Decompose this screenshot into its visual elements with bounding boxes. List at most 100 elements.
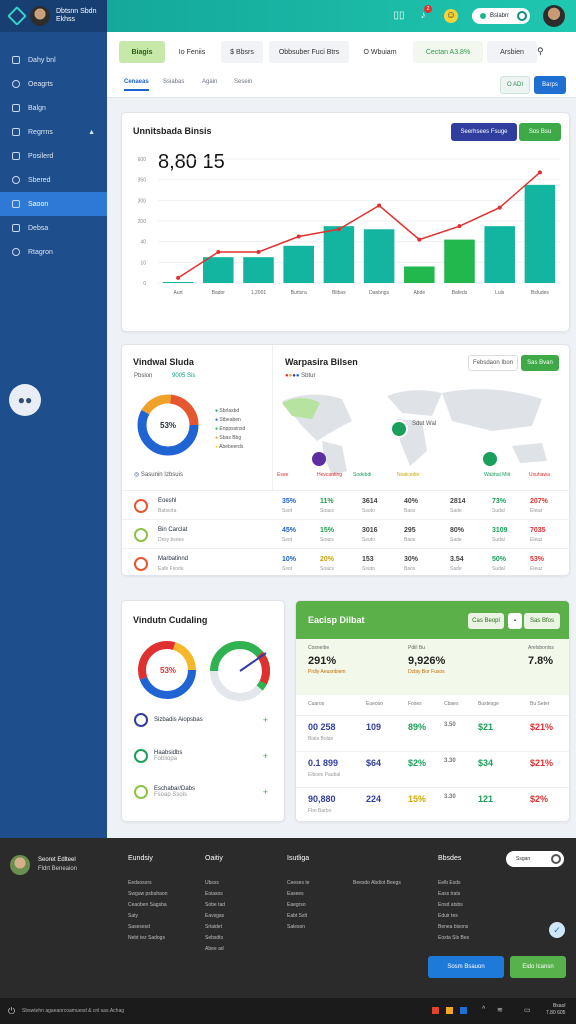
sidebar-item-orgs[interactable]: Oeagrts: [0, 72, 107, 96]
sidebar-item-season[interactable]: Saoon: [0, 192, 107, 216]
footer-link[interactable]: Eaegrso: [287, 902, 306, 908]
sidebar-item-debs[interactable]: Debsa: [0, 216, 107, 240]
subtab-again[interactable]: Again: [202, 79, 217, 85]
subtab-cenaeas[interactable]: Cenaeas: [124, 79, 149, 91]
footer-link[interactable]: Ceaoben Sagsba: [128, 902, 167, 908]
chart-point[interactable]: [497, 205, 502, 210]
ops-item-2[interactable]: Haabsidbs Fobliopa: [134, 749, 182, 763]
chart-point[interactable]: [336, 227, 341, 232]
sidebar-item-posts[interactable]: Posilerd: [0, 144, 107, 168]
footer-link[interactable]: Easees: [287, 891, 304, 897]
chart-point[interactable]: [417, 237, 422, 242]
column-header[interactable]: Bu Seter: [530, 701, 549, 707]
tab-obbsuber[interactable]: Obbsuber Fuci Btrs: [269, 41, 349, 63]
sidebar-item-billing[interactable]: Balgn: [0, 96, 107, 120]
chart-bar[interactable]: [283, 245, 314, 283]
mode-toggle[interactable]: Bslabrr: [472, 8, 530, 24]
chart-point[interactable]: [256, 250, 261, 254]
footer-link[interactable]: Sebsdts: [205, 935, 223, 941]
chart-bar[interactable]: [404, 266, 435, 283]
stats-table-row[interactable]: 0.1 899 $64 $2% 3.30 $34 $21% Eiboes Paubal: [296, 751, 569, 783]
stats-btn-1[interactable]: Cas Beopl: [468, 613, 504, 629]
search-icon[interactable]: ⚲: [537, 46, 544, 57]
footer-link[interactable]: Sasesesd: [128, 924, 150, 930]
help-icon[interactable]: ✓: [549, 922, 565, 938]
tab-biagis[interactable]: Biagis: [119, 41, 165, 63]
footer-link[interactable]: Saty: [128, 913, 138, 919]
wifi-icon[interactable]: ≋: [497, 1006, 503, 1014]
footer-blue-button[interactable]: Sosm Bsauon: [428, 956, 504, 978]
columns-icon[interactable]: ▯▯: [392, 9, 406, 23]
chart-bar[interactable]: [484, 226, 515, 283]
footer-link[interactable]: Ceeses te: [287, 880, 310, 886]
monitor-icon[interactable]: ▭: [524, 1006, 531, 1014]
chart-point[interactable]: [457, 224, 462, 229]
column-header[interactable]: Eueoso: [366, 701, 383, 707]
footer-link[interactable]: Ensd atsbs: [438, 902, 463, 908]
footer-link[interactable]: Eduir tes: [438, 913, 458, 919]
footer-link[interactable]: Benea bisons: [438, 924, 468, 930]
user-avatar[interactable]: [30, 6, 50, 26]
chart-point[interactable]: [176, 275, 181, 280]
sidebar-item-dashboard[interactable]: Dahy bnl: [0, 48, 107, 72]
plus-icon[interactable]: +: [263, 751, 268, 761]
chart-point[interactable]: [216, 250, 221, 254]
map-pin-green[interactable]: [390, 420, 408, 438]
map-outline-button[interactable]: Febsdaon Ibon: [468, 355, 518, 371]
column-header[interactable]: Foses: [408, 701, 422, 707]
sidebar-item-region[interactable]: Rtagron: [0, 240, 107, 264]
footer-link[interactable]: Abee ad: [205, 946, 224, 952]
app-icon-2[interactable]: [446, 1007, 453, 1014]
chart-bar[interactable]: [243, 257, 274, 283]
footer-link[interactable]: Eelb Esds: [438, 880, 461, 886]
table-row[interactable]: Bin Carclat Dssy bsoes 45% Ssot 15% Soacs 3016…: [122, 519, 571, 549]
map-pin-purple[interactable]: [312, 452, 326, 466]
footer-link[interactable]: Eabt Sslt: [287, 913, 307, 919]
footer-link[interactable]: Eavsgas: [205, 913, 224, 919]
sidebar-item-reports[interactable]: Regrrns ▲: [0, 120, 107, 144]
chart-bar[interactable]: [444, 239, 475, 283]
chart-point[interactable]: [537, 170, 542, 175]
footer-green-button[interactable]: Eido Icansn: [510, 956, 566, 978]
profile-avatar[interactable]: [543, 5, 565, 27]
chart-bar[interactable]: [524, 184, 556, 283]
chart-secondary-button[interactable]: Sos Bsu: [519, 123, 561, 141]
tab-bbsrs[interactable]: $ Bbsrs: [221, 41, 263, 63]
power-icon[interactable]: ⏻: [8, 1006, 15, 1017]
chart-bar[interactable]: [203, 257, 234, 283]
chart-point[interactable]: [377, 203, 382, 208]
add-outline-button[interactable]: O ADI: [500, 76, 530, 94]
subtab-sesein[interactable]: Sesein: [234, 79, 252, 85]
footer-toggle[interactable]: Ssgan: [506, 851, 564, 867]
smile-icon[interactable]: ☺: [444, 9, 458, 23]
footer-link[interactable]: Swguw psbuhaon: [128, 891, 167, 897]
footer-link[interactable]: Eedsosors: [128, 880, 152, 886]
footer-link[interactable]: Nebt tez Sadogs: [128, 935, 165, 941]
primary-action-button[interactable]: Barps: [534, 76, 566, 94]
tab-arsbien[interactable]: Arsbien: [487, 41, 537, 63]
pin-icon[interactable]: ▪: [508, 613, 522, 629]
chart-point[interactable]: [296, 234, 301, 239]
ops-item-3[interactable]: Eschabar/Dabs Fsoap Ssols: [134, 785, 195, 799]
footer-link[interactable]: Eass trats: [438, 891, 460, 897]
app-icon-1[interactable]: [432, 1007, 439, 1014]
stats-table-row[interactable]: 00 258 109 89% 3.50 $21 $21% Biats Bolan: [296, 715, 569, 747]
tab-cectan[interactable]: Cectan A3.8%: [413, 41, 483, 63]
table-row[interactable]: Marbatinnd Eafe Fsodu 10% Ssot 20% Soacs 153 Ss…: [122, 548, 571, 578]
app-logo-icon[interactable]: [7, 6, 27, 26]
app-icon-3[interactable]: [460, 1007, 467, 1014]
chart-bar[interactable]: [363, 229, 395, 283]
map-green-button[interactable]: Sas Bvan: [521, 355, 559, 371]
column-header[interactable]: Bustesge: [478, 701, 499, 707]
footer-link[interactable]: Saleson: [287, 924, 305, 930]
plus-icon[interactable]: +: [263, 787, 268, 797]
people-fab-button[interactable]: ●●: [9, 384, 41, 416]
footer-link[interactable]: Ubsss: [205, 880, 219, 886]
footer-link[interactable]: Eoiasos: [205, 891, 223, 897]
sidebar-item-shared[interactable]: Sbered: [0, 168, 107, 192]
ops-item-1[interactable]: Sizbadis Aiopsbas: [134, 713, 203, 727]
footer-link[interactable]: Sobe tad: [205, 902, 225, 908]
tab-features[interactable]: Io Feniis: [171, 41, 213, 63]
bell-icon[interactable]: ♪ 2: [416, 5, 432, 23]
left-footer[interactable]: ◎ Sasunin Izbsuis: [134, 471, 183, 478]
